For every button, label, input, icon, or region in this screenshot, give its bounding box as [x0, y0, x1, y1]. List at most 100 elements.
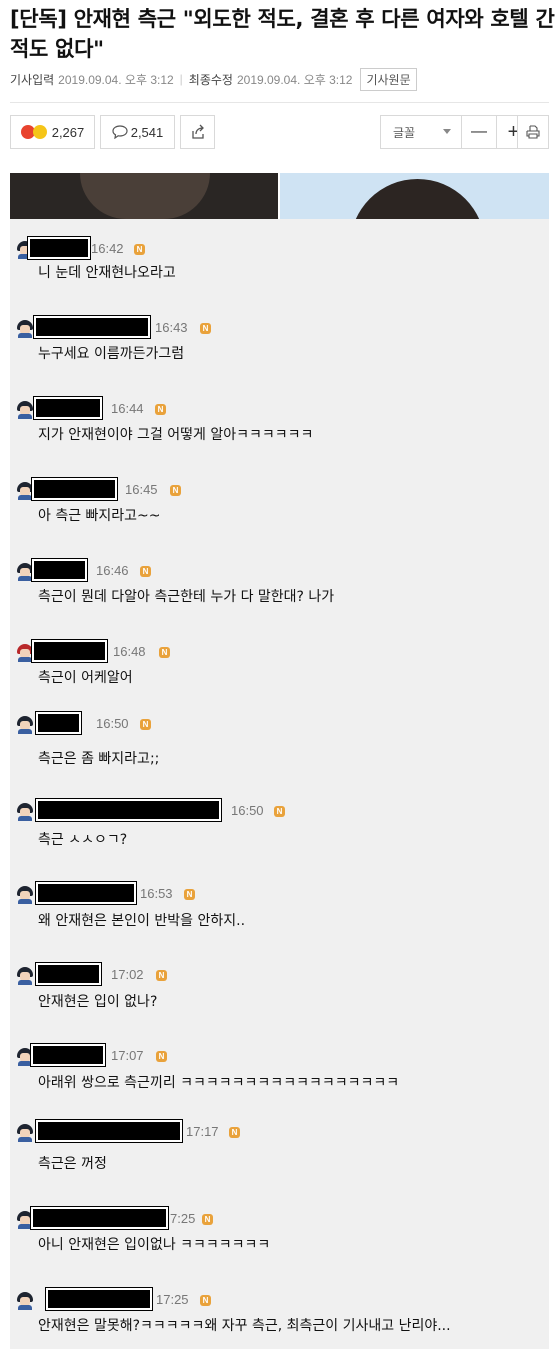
redacted-username: [31, 1044, 105, 1066]
comment-time: 17:07: [111, 1048, 144, 1063]
comment-item: 16:53 N 왜 안재현은 본인이 반박을 안하지..: [10, 882, 549, 942]
comment-text: 측근은 꺼정: [38, 1156, 107, 1172]
laugh-emoji-icon: [32, 125, 47, 139]
user-avatar-icon: [16, 401, 34, 419]
comment-time: 16:50: [231, 803, 264, 818]
new-badge-icon: N: [156, 1051, 167, 1062]
redacted-username: [32, 640, 107, 662]
meta-separator: |: [179, 72, 183, 86]
new-badge-icon: N: [134, 244, 145, 255]
new-badge-icon: N: [200, 1295, 211, 1306]
user-avatar-icon: [16, 716, 34, 734]
new-badge-icon: N: [170, 485, 181, 496]
comment-count: 2,541: [130, 124, 164, 140]
redacted-username: [36, 712, 81, 734]
share-button[interactable]: [180, 115, 215, 149]
comment-item: 16:48 N 측근이 어케알어: [10, 640, 549, 700]
comment-text: 니 눈데 안재현나오라고: [38, 265, 176, 281]
comment-time: 16:48: [113, 644, 146, 659]
comment-text: 측근이 어케알어: [38, 670, 133, 686]
comment-item: 16:50 N 측근 ㅅㅅㅇㄱ?: [10, 799, 549, 859]
new-badge-icon: N: [140, 719, 151, 730]
comment-time: 16:44: [111, 401, 144, 416]
comment-text: 지가 안재현이야 그걸 어떻게 알아ㅋㅋㅋㅋㅋㅋ: [38, 427, 314, 443]
original-article-button[interactable]: 기사원문: [360, 67, 417, 91]
photo-right-panel: [280, 173, 549, 219]
input-label: 기사입력: [10, 72, 55, 87]
comment-item: 17:17 N 측근은 꺼정: [10, 1120, 549, 1180]
user-avatar-icon: [16, 1292, 34, 1310]
user-avatar-icon: [16, 967, 34, 985]
photo-right-figure: [350, 179, 485, 219]
print-icon: [526, 125, 540, 139]
header-divider: [10, 102, 549, 103]
user-avatar-icon: [16, 803, 34, 821]
comment-screenshot: 16:42 N 니 눈데 안재현나오라고 16:43 N 누구세요 이름까든가그럼 16:4…: [10, 219, 549, 1349]
redacted-username: [36, 882, 136, 904]
comment-text: 측근이 뭔데 다알아 측근한테 누가 다 말한대? 나가: [38, 589, 335, 605]
new-badge-icon: N: [140, 566, 151, 577]
modified-time: 2019.09.04. 오후 3:12: [236, 72, 353, 87]
comment-text: 왜 안재현은 본인이 반박을 안하지..: [38, 913, 246, 929]
article-toolbar: 2,267 2,541 글꼴 — +: [10, 115, 549, 149]
comment-time: 17:02: [111, 967, 144, 982]
chevron-down-icon: [443, 129, 451, 134]
new-badge-icon: N: [184, 889, 195, 900]
article-title: [단독] 안재현 측근 "외도한 적도, 결혼 후 다른 여자와 호텔 간 적도…: [10, 7, 555, 61]
comment-time: 7:25: [170, 1211, 196, 1226]
redacted-username: [36, 963, 101, 985]
new-badge-icon: N: [274, 806, 285, 817]
redacted-username: [31, 1207, 168, 1229]
photo-left-figure: [80, 173, 210, 219]
comment-text: 안재현은 말못해?ㅋㅋㅋㅋㅋ왜 자꾸 측근, 최측근이 기사내고 난리야...: [38, 1318, 451, 1334]
comment-time: 17:17: [186, 1124, 219, 1139]
new-badge-icon: N: [159, 647, 170, 658]
comment-text: 누구세요 이름까든가그럼: [38, 346, 185, 362]
comment-text: 측근은 좀 빠지라고;;: [38, 751, 160, 767]
comment-item: 16:44 N 지가 안재현이야 그걸 어떻게 알아ㅋㅋㅋㅋㅋㅋ: [10, 397, 549, 457]
comment-item: 16:46 N 측근이 뭔데 다알아 측근한테 누가 다 말한대? 나가: [10, 559, 549, 619]
comment-item: 16:42 N 니 눈데 안재현나오라고: [10, 237, 549, 297]
reaction-count: 2,267: [51, 124, 85, 140]
comment-item: 16:45 N 아 측근 빠지라고~~: [10, 478, 549, 538]
comment-time: 16:42: [91, 241, 124, 256]
article-photo: [10, 173, 549, 219]
new-badge-icon: N: [156, 970, 167, 981]
redacted-username: [32, 559, 87, 581]
font-decrease-button[interactable]: —: [461, 115, 497, 149]
print-button[interactable]: [517, 115, 549, 149]
comment-time: 16:46: [96, 563, 129, 578]
redacted-username: [32, 478, 117, 500]
redacted-username: [36, 1120, 182, 1142]
comment-time: 16:50: [96, 716, 129, 731]
comment-text: 아니 안재현은 입이없나 ㅋㅋㅋㅋㅋㅋㅋ: [38, 1237, 271, 1253]
comment-item: 17:25 N 안재현은 말못해?ㅋㅋㅋㅋㅋ왜 자꾸 측근, 최측근이 기사내고 난…: [10, 1288, 549, 1348]
comment-item: 16:43 N 누구세요 이름까든가그럼: [10, 316, 549, 376]
comment-item: 17:07 N 아래위 쌍으로 측근끼리 ㅋㅋㅋㅋㅋㅋㅋㅋㅋㅋㅋㅋㅋㅋㅋㅋㅋ: [10, 1044, 549, 1104]
redacted-username: [46, 1288, 152, 1310]
user-avatar-icon: [16, 886, 34, 904]
reaction-button[interactable]: 2,267: [10, 115, 95, 149]
new-badge-icon: N: [155, 404, 166, 415]
article-meta: 기사입력 2019.09.04. 오후 3:12 | 최종수정 2019.09.…: [10, 67, 417, 91]
new-badge-icon: N: [200, 323, 211, 334]
font-select-label: 글꼴: [393, 125, 416, 140]
speech-bubble-icon: [112, 125, 128, 139]
comment-time: 17:25: [156, 1292, 189, 1307]
minus-icon: —: [471, 123, 487, 140]
comment-text: 아래위 쌍으로 측근끼리 ㅋㅋㅋㅋㅋㅋㅋㅋㅋㅋㅋㅋㅋㅋㅋㅋㅋ: [38, 1075, 400, 1091]
comment-item: 7:25 N 아니 안재현은 입이없나 ㅋㅋㅋㅋㅋㅋㅋ: [10, 1207, 549, 1267]
user-avatar-icon: [16, 1124, 34, 1142]
redacted-username: [28, 237, 90, 259]
new-badge-icon: N: [229, 1127, 240, 1138]
font-select[interactable]: 글꼴: [380, 115, 462, 149]
user-avatar-icon: [16, 320, 34, 338]
input-time: 2019.09.04. 오후 3:12: [58, 72, 174, 87]
photo-left-panel: [10, 173, 278, 219]
comment-item: 16:50 N 측근은 좀 빠지라고;;: [10, 712, 549, 772]
comment-item: 17:02 N 안재현은 입이 없나?: [10, 963, 549, 1023]
comment-button[interactable]: 2,541: [100, 115, 175, 149]
comment-text: 아 측근 빠지라고~~: [38, 508, 161, 524]
comment-text: 측근 ㅅㅅㅇㄱ?: [38, 832, 128, 848]
comment-time: 16:43: [155, 320, 188, 335]
